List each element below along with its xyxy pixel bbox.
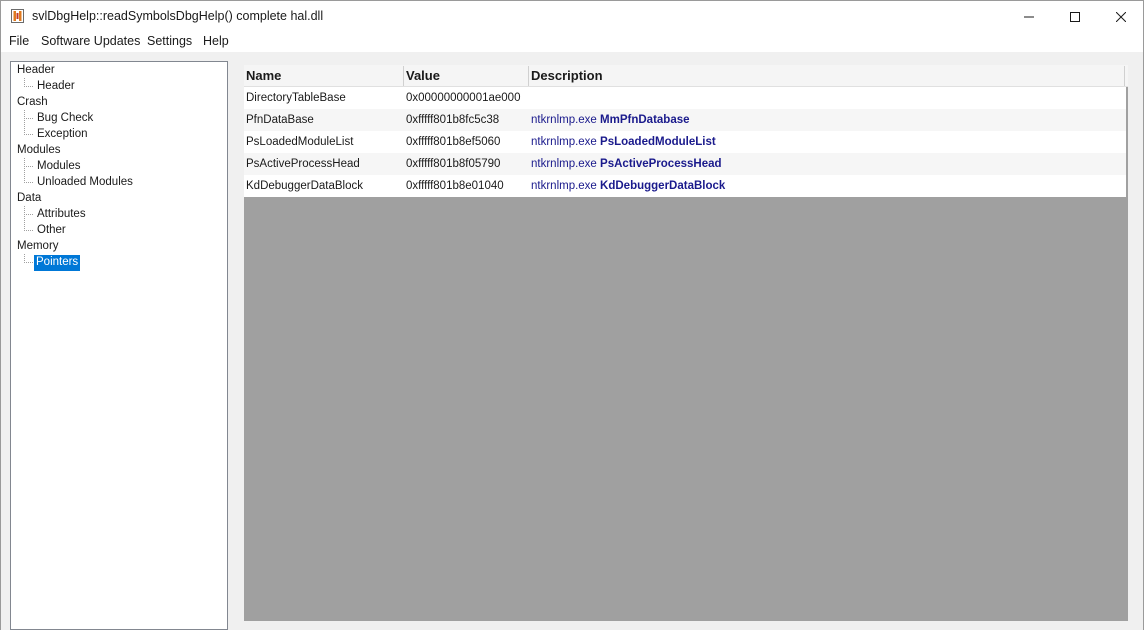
menu-file[interactable]: File: [9, 34, 29, 48]
tree-connector: [24, 182, 33, 183]
menu-help[interactable]: Help: [203, 34, 229, 48]
row-value: 0xfffff801b8f05790: [406, 158, 501, 170]
tree-connector: [24, 134, 33, 135]
row-value: 0xfffff801b8ef5060: [406, 136, 501, 148]
column-header-value[interactable]: Value: [404, 65, 528, 87]
tree-item-exception[interactable]: Exception: [36, 127, 89, 143]
tree-connector: [24, 262, 33, 263]
row-name: PfnDataBase: [246, 114, 314, 126]
row-name: DirectoryTableBase: [246, 92, 346, 104]
row-value: 0xfffff801b8e01040: [406, 180, 504, 192]
tree-connector: [24, 86, 33, 87]
menu-settings[interactable]: Settings: [147, 34, 192, 48]
tree-connector: [24, 230, 33, 231]
maximize-icon: [1070, 11, 1080, 22]
column-header-name[interactable]: Name: [244, 65, 403, 87]
app-icon: [10, 8, 26, 24]
tree-item-unloaded-modules[interactable]: Unloaded Modules: [36, 175, 134, 191]
description-module: ntkrnlmp.exe: [531, 114, 597, 126]
tree-group-header[interactable]: Header: [17, 63, 55, 79]
row-description: ntkrnlmp.exe PsLoadedModuleList: [529, 131, 716, 153]
navigation-tree[interactable]: Header Header Crash Bug Check Exception …: [10, 61, 228, 630]
minimize-icon: [1024, 16, 1034, 17]
menu-bar: File Software Updates Settings Help: [1, 32, 1143, 52]
tree-item-bug-check[interactable]: Bug Check: [36, 111, 94, 127]
maximize-button[interactable]: [1052, 1, 1098, 32]
tree-connector: [24, 214, 33, 215]
row-value: 0xfffff801b8fc5c38: [406, 114, 500, 126]
table-row[interactable]: PsActiveProcessHead 0xfffff801b8f05790 n…: [244, 153, 1126, 175]
tree-group-crash[interactable]: Crash: [17, 95, 48, 111]
row-description: ntkrnlmp.exe PsActiveProcessHead: [529, 153, 722, 175]
row-name: PsActiveProcessHead: [246, 158, 360, 170]
description-symbol: PsLoadedModuleList: [600, 136, 716, 148]
minimize-button[interactable]: [1006, 1, 1052, 32]
app-window: svlDbgHelp::readSymbolsDbgHelp() complet…: [0, 0, 1144, 630]
description-module: ntkrnlmp.exe: [531, 136, 597, 148]
list-header: Name Value Description: [244, 65, 1128, 87]
description-symbol: PsActiveProcessHead: [600, 158, 722, 170]
title-bar[interactable]: svlDbgHelp::readSymbolsDbgHelp() complet…: [1, 1, 1143, 32]
tree-item-attributes[interactable]: Attributes: [36, 207, 87, 223]
tree-connector: [24, 166, 33, 167]
tree-connector: [24, 118, 33, 119]
row-value: 0x00000000001ae000: [406, 92, 521, 104]
tree-item-header[interactable]: Header: [36, 79, 76, 95]
tree-connector: [24, 206, 25, 231]
tree-group-memory[interactable]: Memory: [17, 239, 59, 255]
table-row[interactable]: DirectoryTableBase 0x00000000001ae000: [244, 87, 1126, 109]
row-description: ntkrnlmp.exe MmPfnDatabase: [529, 109, 690, 131]
tree-group-data[interactable]: Data: [17, 191, 41, 207]
table-row[interactable]: KdDebuggerDataBlock 0xfffff801b8e01040 n…: [244, 175, 1126, 197]
row-name: KdDebuggerDataBlock: [246, 180, 363, 192]
window-title: svlDbgHelp::readSymbolsDbgHelp() complet…: [32, 9, 324, 23]
description-module: ntkrnlmp.exe: [531, 158, 597, 170]
table-row[interactable]: PsLoadedModuleList 0xfffff801b8ef5060 nt…: [244, 131, 1126, 153]
description-symbol: KdDebuggerDataBlock: [600, 180, 726, 192]
tree-item-pointers[interactable]: Pointers: [34, 255, 81, 271]
column-divider[interactable]: [1124, 66, 1125, 86]
client-area: Header Header Crash Bug Check Exception …: [1, 52, 1143, 630]
close-icon: [1116, 11, 1126, 22]
pointers-list[interactable]: Name Value Description DirectoryTableBas…: [244, 65, 1128, 621]
tree-group-modules[interactable]: Modules: [17, 143, 60, 159]
close-button[interactable]: [1098, 1, 1144, 32]
description-symbol: MmPfnDatabase: [600, 114, 690, 126]
description-module: ntkrnlmp.exe: [531, 180, 597, 192]
tree-connector: [24, 158, 25, 183]
table-row[interactable]: PfnDataBase 0xfffff801b8fc5c38 ntkrnlmp.…: [244, 109, 1126, 131]
column-header-description[interactable]: Description: [529, 65, 1125, 87]
tree-item-other[interactable]: Other: [36, 223, 67, 239]
row-description: ntkrnlmp.exe KdDebuggerDataBlock: [529, 175, 725, 197]
tree-connector: [24, 110, 25, 135]
tree-item-modules[interactable]: Modules: [36, 159, 81, 175]
menu-software-updates[interactable]: Software Updates: [41, 34, 140, 48]
row-name: PsLoadedModuleList: [246, 136, 354, 148]
